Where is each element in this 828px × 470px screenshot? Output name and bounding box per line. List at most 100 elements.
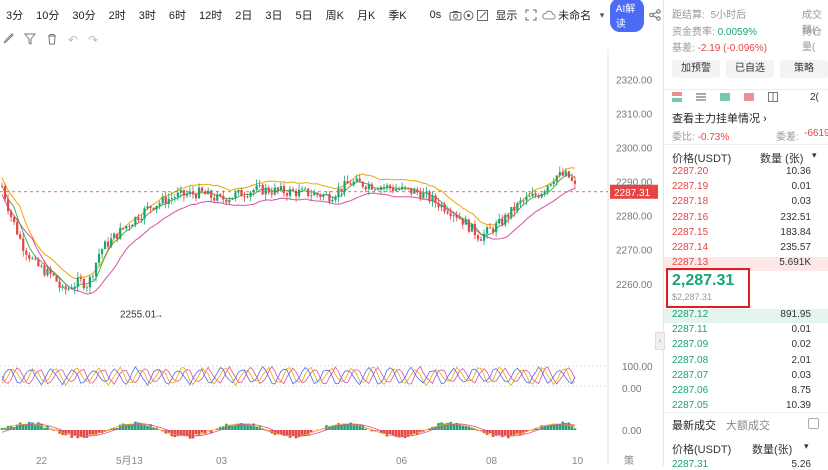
settle-time: 5小时后 [711,10,747,21]
tf-month[interactable]: 月K [351,7,382,23]
macd-bar [246,425,249,430]
edit-icon[interactable] [476,6,490,24]
bid-row[interactable]: 2287.070.03 [664,370,828,384]
x-tick-label: 10 [572,456,584,466]
macd-bar [507,430,510,438]
candle-body [501,219,503,225]
price-chart[interactable]: 2287.312255.01→ 2320.002310.002300.00229… [0,50,662,466]
bid-price: 2287.07 [672,370,708,381]
brush-icon[interactable] [2,33,14,48]
ask-qty: 235.57 [780,242,811,253]
candle-body [71,288,73,289]
candle-body [207,191,209,195]
depth-both-icon[interactable] [672,92,682,105]
candle-body [495,223,497,232]
trade-first-qty: 5.26 [792,459,811,470]
drawing-toolbar: ↶ ↷ [0,31,664,49]
bid-price: 2287.09 [672,339,708,350]
ask-price: 2287.20 [672,166,708,177]
candle-body [350,183,352,184]
candle-body [459,218,461,219]
tf-12h[interactable]: 12时 [193,7,229,23]
candle-body [280,186,282,190]
layout-name[interactable]: 未命名 [556,7,598,23]
tab-big-trades[interactable]: 大额成交 [726,417,770,433]
ask-row[interactable]: 2287.190.01 [664,181,828,195]
chart-canvas[interactable]: 2287.312255.01→ 2320.002310.002300.00229… [0,50,662,466]
candle-body [371,184,373,189]
main-orders-link[interactable]: 查看主力挂单情况 › [672,110,767,126]
tf-quarter[interactable]: 季K [382,7,413,23]
candle-body [34,258,36,259]
settings-icon[interactable] [462,6,476,24]
tf-3d[interactable]: 3日 [259,7,289,23]
tf-5d[interactable]: 5日 [290,7,320,23]
bid-row[interactable]: 2287.068.75 [664,385,828,399]
depth-count[interactable]: 2( [810,92,819,103]
tf-10m[interactable]: 10分 [30,7,66,23]
macd-bar [361,425,364,430]
candle-body [104,242,106,250]
fullscreen-icon[interactable] [524,6,538,24]
tf-week[interactable]: 周K [320,7,351,23]
tab-latest-trades[interactable]: 最新成交 [672,417,716,433]
ask-qty: 10.36 [786,166,811,177]
ma-upper-band [2,168,575,279]
candle-body [313,193,315,196]
depth-bids-icon[interactable] [720,92,730,105]
speed-button[interactable]: 0s [424,9,449,21]
candle-body [198,188,200,199]
ask-row[interactable]: 2287.14235.57 [664,242,828,256]
camera-icon[interactable] [448,6,462,24]
redo-icon[interactable]: ↷ [88,33,98,47]
candle-body [234,192,236,197]
depth-grid-icon[interactable] [768,92,778,105]
candle-body [574,181,576,184]
display-button[interactable]: 显示 [489,7,524,23]
filter-icon[interactable] [24,33,36,48]
watchlist-button[interactable]: 已自选 [726,60,774,78]
macd-bar [174,430,177,437]
tf-30m[interactable]: 30分 [66,7,102,23]
macd-bar [201,430,204,433]
depth-asks-icon[interactable] [744,92,754,105]
tf-3m[interactable]: 3分 [0,7,30,23]
tf-2d[interactable]: 2日 [229,7,259,23]
ask-row[interactable]: 2287.16232.51 [664,212,828,226]
collapse-panel-handle[interactable]: › [655,332,665,350]
bid-row[interactable]: 2287.090.02 [664,339,828,353]
strategy-button[interactable]: 策略 [780,60,828,78]
share-icon[interactable] [648,6,662,24]
tf-2h[interactable]: 2时 [103,7,133,23]
filter-checkbox[interactable] [808,418,819,429]
ask-row[interactable]: 2287.20 10.36 [664,166,828,180]
last-price: 2,287.31 [672,272,734,290]
bid-row[interactable]: 2287.082.01 [664,355,828,369]
ask-qty: 232.51 [780,212,811,223]
tf-6h[interactable]: 6时 [163,7,193,23]
low-marker-arrow-icon: → [154,310,163,320]
trades-qty-chevron-icon[interactable]: ▾ [804,441,809,452]
bid-row[interactable]: 2287.12891.95 [664,309,828,323]
trash-icon[interactable] [46,33,58,48]
add-alert-button[interactable]: 加预警 [672,60,720,78]
undo-icon[interactable]: ↶ [68,33,78,47]
candle-body [183,190,185,196]
ask-qty: 0.03 [792,196,811,207]
candle-body [483,234,485,241]
ask-row[interactable]: 2287.15183.84 [664,227,828,241]
tf-3h[interactable]: 3时 [133,7,163,23]
ai-interpret-button[interactable]: AI解读 [610,0,644,32]
candle-body [268,188,270,193]
candle-body [246,197,248,198]
chevron-down-icon[interactable]: ▾ [598,6,606,24]
ask-price: 2287.15 [672,227,708,238]
candle-body [65,286,67,289]
candle-body [531,193,533,196]
bid-row[interactable]: 2287.110.01 [664,324,828,338]
depth-list-icon[interactable] [696,92,706,105]
ask-row[interactable]: 2287.180.03 [664,196,828,210]
candle-body [328,194,330,202]
qty-unit-chevron-icon[interactable]: ▾ [812,150,817,161]
macd-bar [289,430,292,438]
